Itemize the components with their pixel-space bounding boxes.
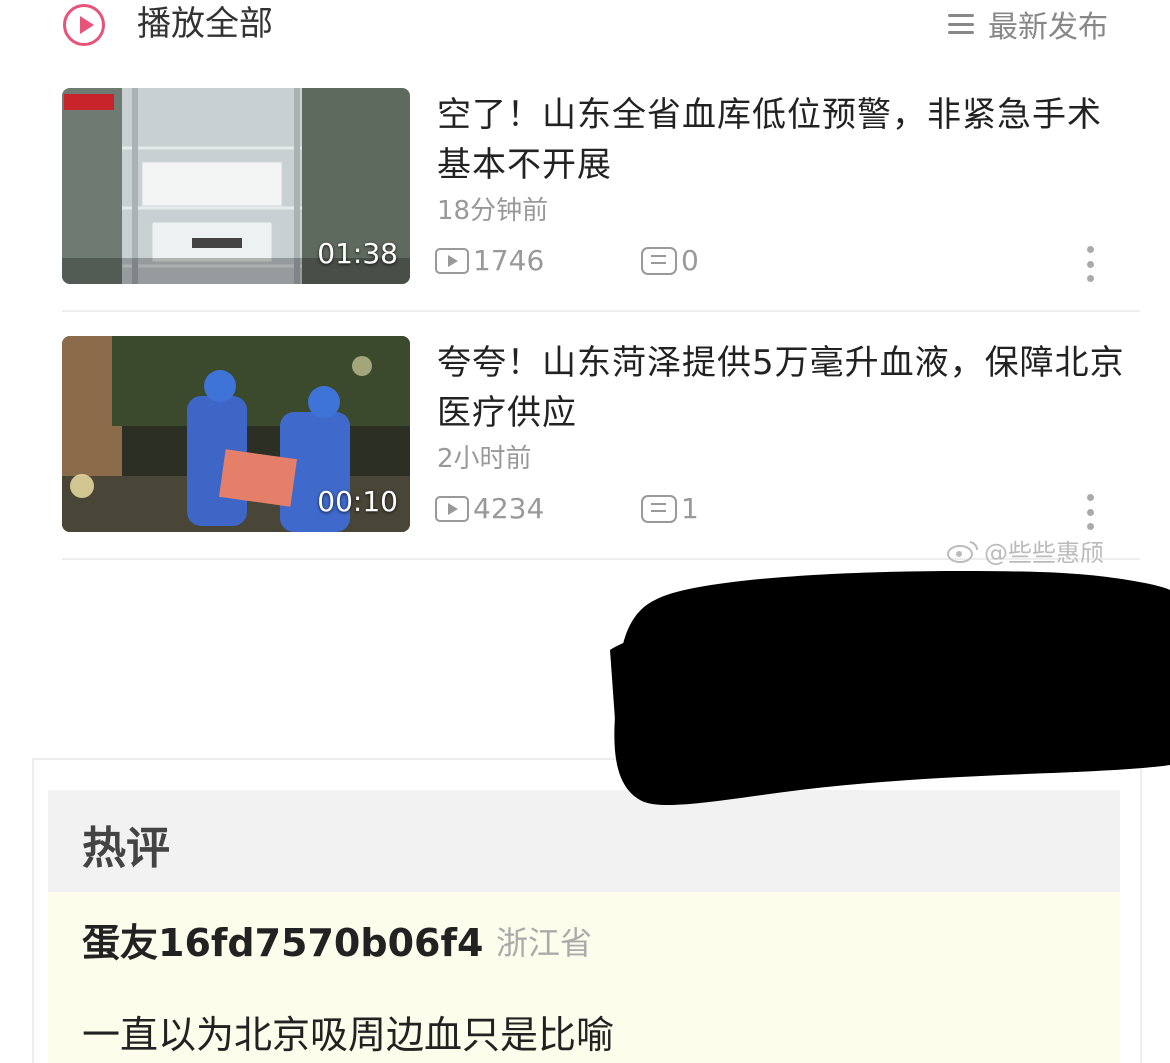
video-duration: 00:10 [317,485,398,518]
video-thumbnail[interactable]: 01:38 [62,88,410,284]
play-count-value: 1746 [473,244,545,277]
weibo-icon [947,540,979,563]
comment-text: 一直以为北京吸周边血只是比喻 [82,1013,615,1057]
video-duration: 01:38 [317,237,398,270]
video-item[interactable]: 01:38 空了！山东全省血库低位预警，非紧急手术基本不开展 18分钟前 174… [62,88,1140,284]
divider [62,310,1140,312]
play-all-button[interactable]: 播放全部 [137,2,273,46]
comment-username[interactable]: 蛋友16fd7570b06f4 [82,912,483,967]
play-count-icon [435,495,469,522]
comment-count[interactable]: 0 [641,244,699,277]
comment-count-value: 1 [681,492,699,525]
play-all-icon[interactable] [63,4,105,46]
video-title[interactable]: 夸夸！山东菏泽提供5万毫升血液，保障北京医疗供应 [437,338,1127,438]
sort-label: 最新发布 [988,10,1108,45]
video-publish-time: 2小时前 [437,444,532,474]
comment-count[interactable]: 1 [641,492,699,525]
menu-icon [948,14,974,34]
hot-comments-title: 热评 [82,823,170,874]
watermark: @些些惠颀 [946,533,1104,568]
sort-button[interactable]: 最新发布 [948,2,1108,46]
play-count-value: 4234 [473,492,545,525]
hot-comments-header: 热评 [48,790,1120,892]
play-count: 1746 [435,244,544,277]
play-count: 4234 [435,492,544,525]
more-options-icon[interactable] [1084,246,1096,282]
watermark-text: @些些惠颀 [984,539,1104,567]
more-options-icon[interactable] [1084,494,1096,530]
comment-location: 浙江省 [496,924,593,962]
comment-icon [641,494,677,523]
comment-icon [641,246,677,275]
play-count-icon [435,247,469,274]
video-item[interactable]: 00:10 夸夸！山东菏泽提供5万毫升血液，保障北京医疗供应 2小时前 4234… [62,336,1140,532]
video-publish-time: 18分钟前 [437,196,549,226]
comment-count-value: 0 [681,244,699,277]
video-title[interactable]: 空了！山东全省血库低位预警，非紧急手术基本不开展 [437,90,1127,190]
video-thumbnail[interactable]: 00:10 [62,336,410,532]
comment-item[interactable]: 蛋友16fd7570b06f4 浙江省 一直以为北京吸周边血只是比喻 [48,892,1120,1063]
